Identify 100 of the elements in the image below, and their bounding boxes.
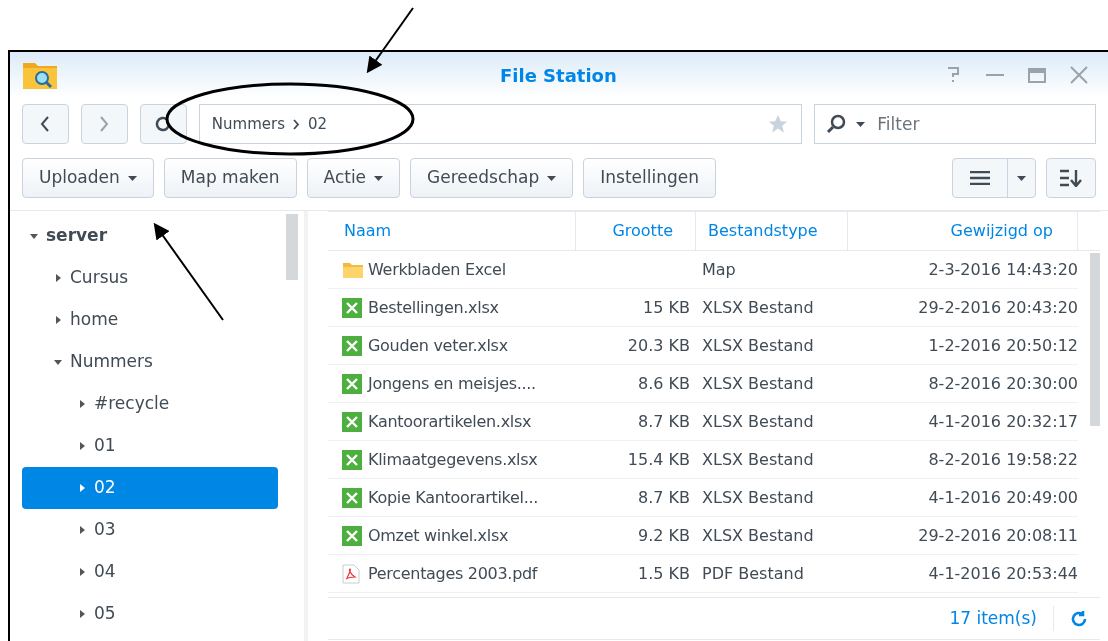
file-size: 8.7 KB (637, 410, 691, 433)
caret-right-icon[interactable] (78, 442, 86, 450)
file-type: XLSX Bestand (701, 334, 815, 357)
file-size: 15.4 KB (626, 448, 691, 471)
caret-right-icon[interactable] (54, 274, 62, 282)
spreadsheet-file-icon (342, 487, 362, 508)
caret-down-icon (856, 121, 866, 127)
file-modified: 4-1-2016 20:49:00 (927, 486, 1078, 509)
toolbar-button[interactable]: Map maken (163, 158, 297, 198)
refresh-button[interactable] (139, 104, 187, 144)
tree-item[interactable]: home (22, 299, 278, 341)
file-row[interactable]: Bestellingen.xlsx 15 KB XLSX Bestand 29-2-2016 20:43:20 (328, 289, 1078, 327)
folder-label: 01 (94, 434, 116, 458)
file-size: 20.3 KB (626, 334, 691, 357)
caret-right-icon[interactable] (78, 526, 86, 534)
view-mode-button[interactable] (952, 158, 1036, 198)
caret-down-icon[interactable] (30, 232, 38, 240)
breadcrumb[interactable]: Nummers (211, 112, 286, 136)
file-name: Percentages 2003.pdf (368, 562, 539, 585)
file-size: 9.2 KB (637, 524, 691, 547)
file-row[interactable]: Omzet winkel.xlsx 9.2 KB XLSX Bestand 29-2-2016 20:08:11 (328, 517, 1078, 555)
file-name: Kopie Kantoorartikel... (368, 486, 540, 509)
spreadsheet-file-icon (342, 411, 362, 432)
file-modified: 29-2-2016 20:43:20 (917, 296, 1078, 319)
folder-label: #recycle (94, 392, 170, 416)
file-type: XLSX Bestand (701, 296, 815, 319)
toolbar-button[interactable]: Uploaden (22, 158, 154, 198)
toolbar-button[interactable]: Instellingen (583, 158, 716, 198)
toolbar-button[interactable]: Gereedschap (410, 158, 574, 198)
column-header[interactable]: Grootte (576, 212, 696, 250)
caret-right-icon[interactable] (78, 568, 86, 576)
file-type: XLSX Bestand (701, 372, 815, 395)
file-row[interactable]: Percentages 2003.pdf 1.5 KB PDF Bestand 4-1-2016 20:53:44 (328, 555, 1078, 593)
file-name: Omzet winkel.xlsx (368, 524, 510, 547)
tree-item[interactable]: server (22, 215, 278, 257)
caret-down-icon (1017, 175, 1026, 181)
folder-label: 03 (94, 518, 116, 542)
file-modified: 4-1-2016 20:32:17 (927, 410, 1078, 433)
column-header[interactable]: Bestandstype (696, 212, 848, 250)
folder-label: 04 (94, 560, 116, 584)
file-row[interactable]: Werkbladen Excel Map 2-3-2016 14:43:20 (328, 251, 1078, 289)
spreadsheet-file-icon (342, 525, 362, 546)
pdf-file-icon (342, 563, 360, 584)
file-name: Bestellingen.xlsx (368, 296, 500, 319)
caret-down-icon[interactable] (54, 358, 62, 366)
item-count: 17 item(s) (949, 605, 1054, 632)
scrollbar[interactable] (1090, 253, 1100, 426)
tree-item[interactable]: 03 (22, 509, 278, 551)
window-title: File Station (500, 63, 617, 88)
caret-down-icon (374, 175, 384, 181)
breadcrumb[interactable]: 02 (308, 112, 328, 136)
file-row[interactable]: Klimaatgegevens.xlsx 15.4 KB XLSX Bestand 8-2-2016 19:58:22 (328, 441, 1078, 479)
file-type: Map (701, 258, 737, 281)
sort-icon (1060, 169, 1082, 187)
file-type: XLSX Bestand (701, 448, 815, 471)
tree-item[interactable]: 01 (22, 425, 278, 467)
tree-item[interactable]: 02 (22, 467, 278, 509)
sort-button[interactable] (1046, 158, 1096, 198)
file-size: 8.7 KB (637, 486, 691, 509)
caret-right-icon[interactable] (78, 400, 86, 408)
list-icon (970, 171, 990, 185)
caret-right-icon[interactable] (54, 316, 62, 324)
spreadsheet-file-icon (342, 449, 362, 470)
file-name: Kantoorartikelen.xlsx (368, 410, 533, 433)
file-modified: 1-2-2016 20:50:12 (927, 334, 1078, 357)
file-modified: 4-1-2016 20:53:44 (927, 562, 1078, 585)
folder-search-icon (22, 60, 58, 90)
folder-label: 02 (94, 476, 116, 500)
tree-item[interactable]: 04 (22, 551, 278, 593)
file-type: XLSX Bestand (701, 486, 815, 509)
file-row[interactable]: Jongens en meisjes.... 8.6 KB XLSX Bestand 8-2-2016 20:30:00 (328, 365, 1078, 403)
spreadsheet-file-icon (342, 373, 362, 394)
toolbar-button[interactable]: Actie (306, 158, 401, 198)
file-type: XLSX Bestand (701, 524, 815, 547)
scrollbar[interactable] (286, 214, 298, 280)
spreadsheet-file-icon (342, 335, 362, 356)
caret-right-icon[interactable] (78, 610, 86, 618)
folder-label: Nummers (70, 350, 153, 374)
file-name: Jongens en meisjes.... (368, 372, 537, 395)
refresh-icon[interactable] (1070, 609, 1088, 628)
caret-down-icon (127, 175, 137, 181)
file-row[interactable]: Kantoorartikelen.xlsx 8.7 KB XLSX Bestand 4-1-2016 20:32:17 (328, 403, 1078, 441)
file-size: 1.5 KB (637, 562, 691, 585)
file-row[interactable]: Kopie Kantoorartikel... 8.7 KB XLSX Bestand 4-1-2016 20:49:00 (328, 479, 1078, 517)
column-header[interactable]: Gewijzigd op (848, 212, 1078, 250)
file-row[interactable]: Gouden veter.xlsx 20.3 KB XLSX Bestand 1-2-2016 20:50:12 (328, 327, 1078, 365)
filter-field[interactable]: Filter (814, 104, 1096, 144)
tree-item[interactable]: Nummers (22, 341, 278, 383)
tree-item[interactable]: Cursus (22, 257, 278, 299)
file-type: PDF Bestand (701, 562, 805, 585)
spreadsheet-file-icon (342, 297, 362, 318)
column-header[interactable]: Naam (328, 212, 576, 250)
refresh-icon (155, 116, 172, 132)
caret-right-icon[interactable] (78, 484, 86, 492)
caret-down-icon (547, 175, 557, 181)
path-field[interactable]: Nummers 02 (198, 104, 803, 144)
file-modified: 8-2-2016 20:30:00 (927, 372, 1078, 395)
file-name: Klimaatgegevens.xlsx (368, 448, 539, 471)
tree-item[interactable]: 05 (22, 593, 278, 635)
tree-item[interactable]: #recycle (22, 383, 278, 425)
